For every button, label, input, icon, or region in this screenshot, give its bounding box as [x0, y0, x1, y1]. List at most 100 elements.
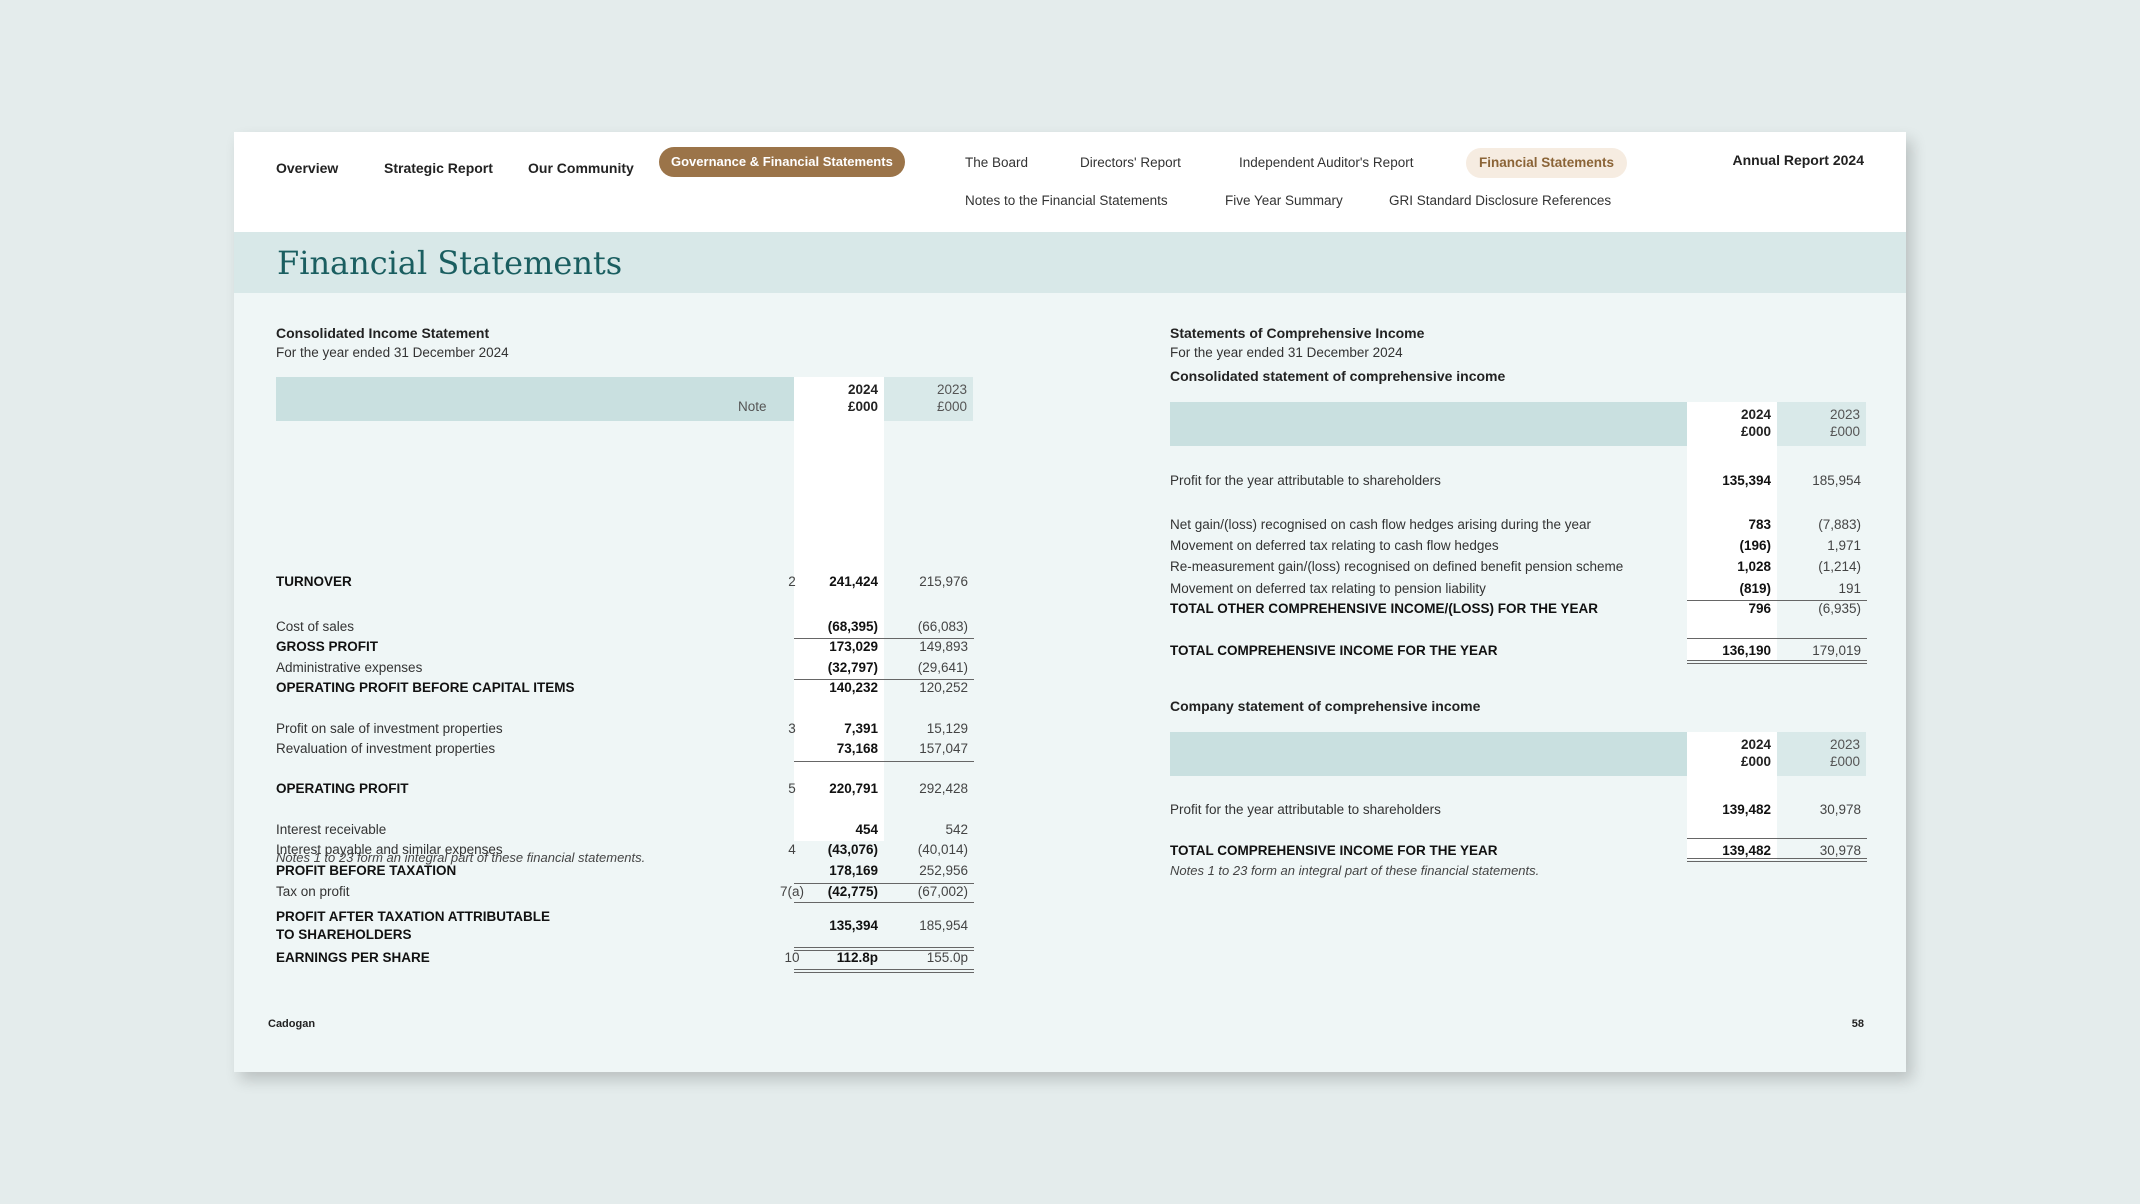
row-label-continued: TO SHAREHOLDERS — [276, 927, 412, 942]
subnav-financial-statements[interactable]: Financial Statements — [1466, 148, 1628, 178]
current-year-value: (819) — [1739, 581, 1771, 596]
table-row: Profit for the year attributable to shar… — [1170, 802, 1866, 820]
table-row: Profit on sale of investment properties 3… — [276, 721, 973, 739]
current-year-header: 2024 £000 — [847, 382, 878, 414]
table-row: Revaluation of investment properties 73,1… — [276, 741, 973, 759]
table-row: TOTAL OTHER COMPREHENSIVE INCOME/(LOSS) … — [1170, 601, 1866, 619]
subtotal-rule — [794, 638, 884, 639]
current-year-header: 2024 £000 — [1740, 737, 1771, 769]
comprehensive-income-footnote: Notes 1 to 23 form an integral part of t… — [1170, 863, 1540, 878]
subtotal-rule — [794, 679, 884, 680]
income-statement-period: For the year ended 31 December 2024 — [276, 345, 509, 360]
company-subheading: Company statement of comprehensive incom… — [1170, 698, 1481, 714]
subnav-five-year-summary[interactable]: Five Year Summary — [1225, 193, 1343, 208]
table-row: Cost of sales (68,395) (66,083) — [276, 619, 973, 637]
table-row: Movement on deferred tax relating to cas… — [1170, 538, 1866, 556]
prior-year-value: 149,893 — [919, 639, 968, 654]
subnav-notes[interactable]: Notes to the Financial Statements — [965, 193, 1168, 208]
prior-year-value: (29,641) — [917, 660, 968, 675]
table-row: PROFIT BEFORE TAXATION 178,169 252,956 — [276, 863, 973, 881]
row-label: GROSS PROFIT — [276, 639, 379, 654]
current-year-value: 173,029 — [829, 639, 878, 654]
income-statement-title: Consolidated Income Statement — [276, 325, 490, 341]
subtotal-rule — [884, 902, 974, 903]
income-statement-heading: Consolidated Income Statement For the ye… — [276, 325, 509, 360]
row-label: Profit on sale of investment properties — [276, 721, 503, 736]
page-number: 58 — [1851, 1018, 1864, 1030]
brand-footer: Cadogan — [268, 1018, 316, 1030]
top-navigation: Overview Strategic Report Our Community … — [234, 132, 1906, 232]
subtotal-rule — [884, 883, 974, 884]
row-label: PROFIT BEFORE TAXATION — [276, 863, 457, 878]
income-statement-table: Note 2024 £000 2023 £000 TURNOVER 2 241,42… — [276, 377, 974, 977]
current-year-value: 783 — [1748, 517, 1771, 532]
note-column-header: Note — [738, 399, 767, 414]
row-label: Re-measurement gain/(loss) recognised on… — [1170, 559, 1624, 574]
row-label: OPERATING PROFIT — [276, 781, 409, 796]
subtotal-rule — [884, 638, 974, 639]
nav-overview[interactable]: Overview — [276, 160, 338, 176]
subnav-auditors-report[interactable]: Independent Auditor's Report — [1239, 155, 1413, 170]
prior-year-value: (7,883) — [1818, 517, 1861, 532]
current-year-value: (43,076) — [827, 842, 878, 857]
current-year-value: 136,190 — [1722, 643, 1771, 658]
subtotal-rule — [884, 679, 974, 680]
prior-year-header: 2023 £000 — [936, 382, 967, 414]
subtotal-rule — [1687, 600, 1777, 601]
row-label: PROFIT AFTER TAXATION ATTRIBUTABLE — [276, 909, 550, 924]
subnav-the-board[interactable]: The Board — [965, 155, 1028, 170]
prior-year-header: 2023 £000 — [1829, 737, 1860, 769]
current-year-value: 454 — [855, 822, 878, 837]
current-year-value: 135,394 — [829, 918, 878, 933]
prior-year-value: 252,956 — [919, 863, 968, 878]
report-page: Overview Strategic Report Our Community … — [234, 132, 1906, 1072]
row-label: Movement on deferred tax relating to pen… — [1170, 581, 1486, 596]
table-row: PROFIT AFTER TAXATION ATTRIBUTABLE TO SHA… — [276, 909, 973, 942]
total-double-rule — [884, 947, 974, 951]
nav-our-community[interactable]: Our Community — [528, 160, 634, 176]
prior-year-value: 1,971 — [1827, 538, 1861, 553]
row-label: Revaluation of investment properties — [276, 741, 496, 756]
subnav-directors-report[interactable]: Directors' Report — [1080, 155, 1181, 170]
row-label: EARNINGS PER SHARE — [276, 950, 430, 965]
current-year-value: 796 — [1748, 601, 1771, 616]
prior-year-header: 2023 £000 — [1829, 407, 1860, 439]
table-row: Administrative expenses (32,797) (29,641) — [276, 660, 973, 678]
row-label: Tax on profit — [276, 884, 350, 899]
row-label: OPERATING PROFIT BEFORE CAPITAL ITEMS — [276, 680, 575, 695]
subtotal-rule — [794, 761, 884, 762]
current-year-value: 178,169 — [829, 863, 878, 878]
annual-report-label: Annual Report 2024 — [1732, 152, 1864, 168]
subtotal-rule — [794, 902, 884, 903]
table-row: OPERATING PROFIT BEFORE CAPITAL ITEMS 140… — [276, 680, 973, 698]
row-label: TURNOVER — [276, 574, 352, 589]
current-year-value: 220,791 — [829, 781, 878, 796]
prior-year-value: (67,002) — [917, 884, 968, 899]
prior-year-value: 185,954 — [1812, 473, 1861, 488]
total-double-rule — [1687, 858, 1777, 862]
subnav-gri-references[interactable]: GRI Standard Disclosure References — [1389, 193, 1611, 208]
current-year-header: 2024 £000 — [1740, 407, 1771, 439]
company-comprehensive-table: 2024 £000 2023 £000 Profit for the year … — [1170, 732, 1867, 862]
current-year-value: 139,482 — [1722, 802, 1771, 817]
table-row: GROSS PROFIT 173,029 149,893 — [276, 639, 973, 657]
current-year-value: 140,232 — [829, 680, 878, 695]
prior-year-value: 155.0p — [926, 950, 968, 965]
prior-year-value: 191 — [1838, 581, 1861, 596]
nav-governance-financial-statements[interactable]: Governance & Financial Statements — [659, 147, 905, 177]
total-double-rule — [794, 969, 884, 973]
total-double-rule — [794, 947, 884, 951]
table-row: Movement on deferred tax relating to pen… — [1170, 581, 1866, 599]
consolidated-comprehensive-table: 2024 £000 2023 £000 Profit for the year … — [1170, 402, 1867, 664]
nav-strategic-report[interactable]: Strategic Report — [384, 160, 493, 176]
table-row: Re-measurement gain/(loss) recognised on… — [1170, 559, 1866, 577]
row-label: TOTAL COMPREHENSIVE INCOME FOR THE YEAR — [1170, 643, 1498, 658]
total-double-rule — [1777, 660, 1867, 664]
row-label: Profit for the year attributable to shar… — [1170, 473, 1441, 488]
prior-year-value: 179,019 — [1812, 643, 1861, 658]
table-row: TURNOVER 2 241,424 215,976 — [276, 574, 973, 592]
table-row: EARNINGS PER SHARE 10 112.8p 155.0p — [276, 950, 973, 968]
current-year-value: 135,394 — [1722, 473, 1771, 488]
row-label: Cost of sales — [276, 619, 355, 634]
current-year-value: 7,391 — [844, 721, 878, 736]
